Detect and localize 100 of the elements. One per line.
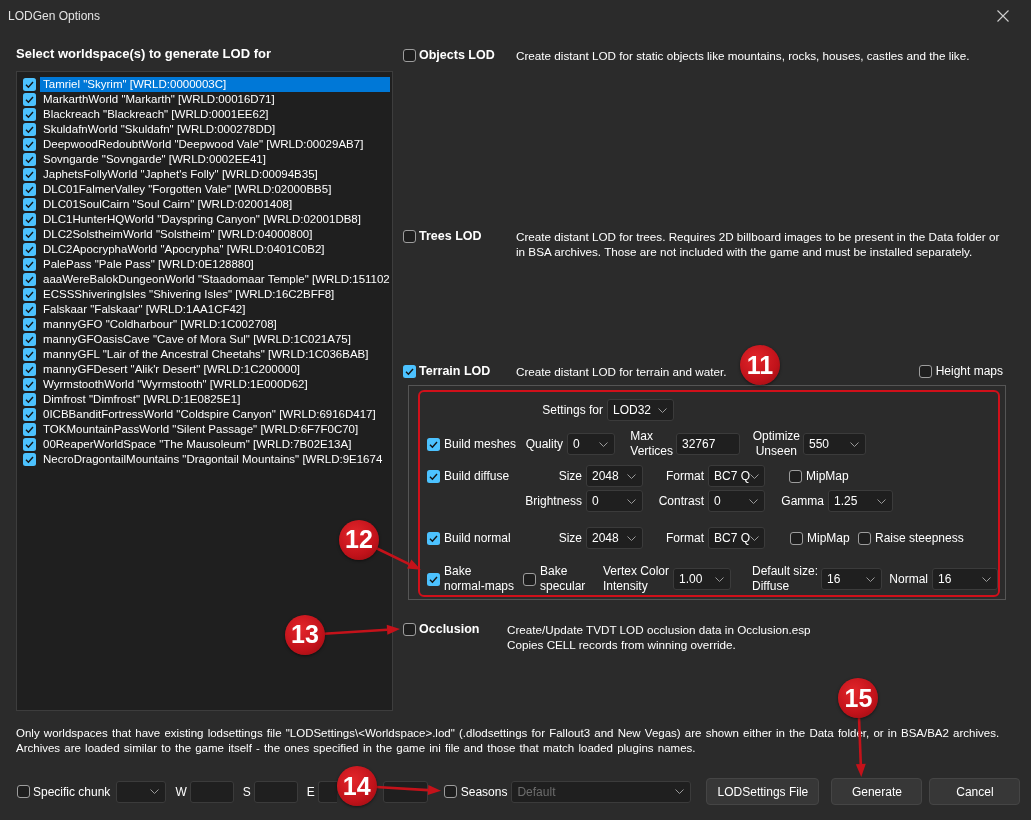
checkbox[interactable] xyxy=(23,423,36,436)
list-item[interactable]: Sovngarde "Sovngarde" [WRLD:0002EE41] xyxy=(40,152,390,167)
close-icon xyxy=(997,10,1009,22)
list-item[interactable]: aaaWereBalokDungeonWorld "Staadomaar Temple" [WRLD:151102 xyxy=(40,272,390,287)
list-item[interactable]: ECSSShiveringIsles "Shivering Isles" [WRLD:16C2BFF8] xyxy=(40,287,390,302)
list-item[interactable]: TOKMountainPassWorld "Silent Passage" [WRLD:6F7F0C70] xyxy=(40,422,390,437)
text-input[interactable]: 32767 xyxy=(676,433,740,455)
list-item[interactable]: mannyGFL "Lair of the Ancestral Cheetahs" [WRLD:1C036BAB] xyxy=(40,347,390,362)
dropdown[interactable]: 0 xyxy=(708,490,765,512)
checkbox[interactable] xyxy=(23,348,36,361)
checkbox[interactable] xyxy=(23,288,36,301)
checkbox[interactable] xyxy=(790,531,803,545)
checkbox[interactable] xyxy=(403,48,416,62)
list-item[interactable]: JaphetsFollyWorld "Japhet's Folly" [WRLD:00094B35] xyxy=(40,167,390,182)
checkbox[interactable] xyxy=(23,213,36,226)
field-label: W xyxy=(175,784,187,799)
field-label: Format xyxy=(666,468,704,484)
field-label: Vertex Color Intensity xyxy=(602,564,669,594)
list-item[interactable]: mannyGFOasisCave "Cave of Mora Sul" [WRLD:1C021A75] xyxy=(40,332,390,347)
checkbox[interactable] xyxy=(23,453,36,466)
list-item[interactable]: WyrmstoothWorld "Wyrmstooth" [WRLD:1E000D62] xyxy=(40,377,390,392)
checkbox[interactable] xyxy=(23,408,36,421)
list-item[interactable]: DLC01FalmerValley "Forgotten Vale" [WRLD:02000BB5] xyxy=(40,182,390,197)
text-input[interactable] xyxy=(253,780,298,803)
checkbox[interactable] xyxy=(427,437,440,451)
dropdown[interactable]: BC7 Q xyxy=(708,465,765,487)
checkbox[interactable] xyxy=(23,183,36,196)
checkbox[interactable] xyxy=(427,572,440,586)
checkbox[interactable] xyxy=(23,258,36,271)
dropdown[interactable]: 16 xyxy=(821,568,882,590)
list-item[interactable]: Blackreach "Blackreach" [WRLD:0001EE62] xyxy=(40,107,390,122)
checkbox[interactable] xyxy=(23,438,36,451)
option-label: Trees LOD xyxy=(419,228,482,244)
list-item[interactable]: DLC01SoulCairn "Soul Cairn" [WRLD:02001408] xyxy=(40,197,390,212)
dialog-button[interactable]: LODSettings File xyxy=(706,778,820,805)
checkbox[interactable] xyxy=(23,303,36,316)
checkbox[interactable] xyxy=(23,243,36,256)
dropdown[interactable]: BC7 Q xyxy=(708,527,765,549)
checkbox[interactable] xyxy=(918,364,932,378)
checkbox[interactable] xyxy=(403,229,416,243)
checkbox-label: Bake normal-maps xyxy=(444,564,515,594)
chevron-down-icon xyxy=(627,535,636,541)
dialog-button[interactable]: Cancel xyxy=(929,778,1021,805)
dropdown[interactable]: 16 xyxy=(932,568,998,590)
checkbox[interactable] xyxy=(23,93,36,106)
checkbox[interactable] xyxy=(23,123,36,136)
checkbox[interactable] xyxy=(23,168,36,181)
checkbox[interactable] xyxy=(789,469,802,483)
chevron-down-icon xyxy=(675,789,685,794)
checkbox[interactable] xyxy=(427,531,440,545)
dropdown[interactable]: 1.00 xyxy=(673,568,731,590)
list-item[interactable]: DLC2SolstheimWorld "Solstheim" [WRLD:04000800] xyxy=(40,227,390,242)
checkbox-label: Height maps xyxy=(935,363,1003,379)
dropdown[interactable]: 550 xyxy=(803,433,866,455)
checkbox[interactable] xyxy=(443,785,457,798)
list-item[interactable]: 0ICBBanditFortressWorld "Coldspire Canyon" [WRLD:6916D417] xyxy=(40,407,390,422)
checkbox[interactable] xyxy=(427,469,440,483)
list-item[interactable]: mannyGFDesert "Alik'r Desert" [WRLD:1C200000] xyxy=(40,362,390,377)
list-item[interactable]: PalePass "Pale Pass" [WRLD:0E128880] xyxy=(40,257,390,272)
text-input[interactable] xyxy=(317,780,337,803)
dialog-button[interactable]: Generate xyxy=(831,778,923,805)
dropdown[interactable]: LOD32 xyxy=(607,399,674,421)
list-item[interactable]: Tamriel "Skyrim" [WRLD:0000003C] xyxy=(40,77,390,92)
chevron-down-icon xyxy=(982,576,991,582)
dropdown[interactable]: 0 xyxy=(586,490,643,512)
list-item[interactable]: SkuldafnWorld "Skuldafn" [WRLD:000278DD] xyxy=(40,122,390,137)
checkbox[interactable] xyxy=(23,108,36,121)
checkbox[interactable] xyxy=(23,378,36,391)
checkbox[interactable] xyxy=(23,393,36,406)
list-item[interactable]: Falskaar "Falskaar" [WRLD:1AA1CF42] xyxy=(40,302,390,317)
checkbox[interactable] xyxy=(23,273,36,286)
chevron-down-icon xyxy=(850,441,859,447)
checkbox[interactable] xyxy=(23,228,36,241)
checkbox[interactable] xyxy=(23,333,36,346)
list-item[interactable]: MarkarthWorld "Markarth" [WRLD:00016D71] xyxy=(40,92,390,107)
checkbox[interactable] xyxy=(858,531,871,545)
dropdown[interactable]: 1.25 xyxy=(828,490,893,512)
checkbox[interactable] xyxy=(17,785,30,798)
checkbox-label: Build meshes xyxy=(444,436,517,452)
list-item[interactable]: DLC2ApocryphaWorld "Apocrypha" [WRLD:0401C0B2] xyxy=(40,242,390,257)
list-item[interactable]: DeepwoodRedoubtWorld "Deepwood Vale" [WRLD:00029AB7] xyxy=(40,137,390,152)
checkbox[interactable] xyxy=(23,153,36,166)
checkbox[interactable] xyxy=(23,363,36,376)
checkbox[interactable] xyxy=(523,572,536,586)
list-item[interactable]: DLC1HunterHQWorld "Dayspring Canyon" [WRLD:02001DB8] xyxy=(40,212,390,227)
list-item[interactable]: mannyGFO "Coldharbour" [WRLD:1C002708] xyxy=(40,317,390,332)
checkbox[interactable] xyxy=(23,198,36,211)
checkbox[interactable] xyxy=(23,318,36,331)
dropdown[interactable]: 0 xyxy=(567,433,615,455)
checkbox[interactable] xyxy=(403,622,416,636)
dropdown[interactable]: 2048 xyxy=(586,465,643,487)
list-item[interactable]: NecroDragontailMountains "Dragontail Mountains" [WRLD:9E1674 xyxy=(40,452,390,467)
list-item[interactable]: 00ReaperWorldSpace "The Mausoleum" [WRLD:7B02E13A] xyxy=(40,437,390,452)
list-item[interactable]: Dimfrost "Dimfrost" [WRLD:1E0825E1] xyxy=(40,392,390,407)
checkbox[interactable] xyxy=(23,78,36,91)
text-input[interactable] xyxy=(189,780,234,803)
dropdown[interactable]: 2048 xyxy=(586,527,643,549)
checkbox-label: Build diffuse xyxy=(444,468,510,484)
checkbox[interactable] xyxy=(403,364,416,378)
checkbox[interactable] xyxy=(23,138,36,151)
